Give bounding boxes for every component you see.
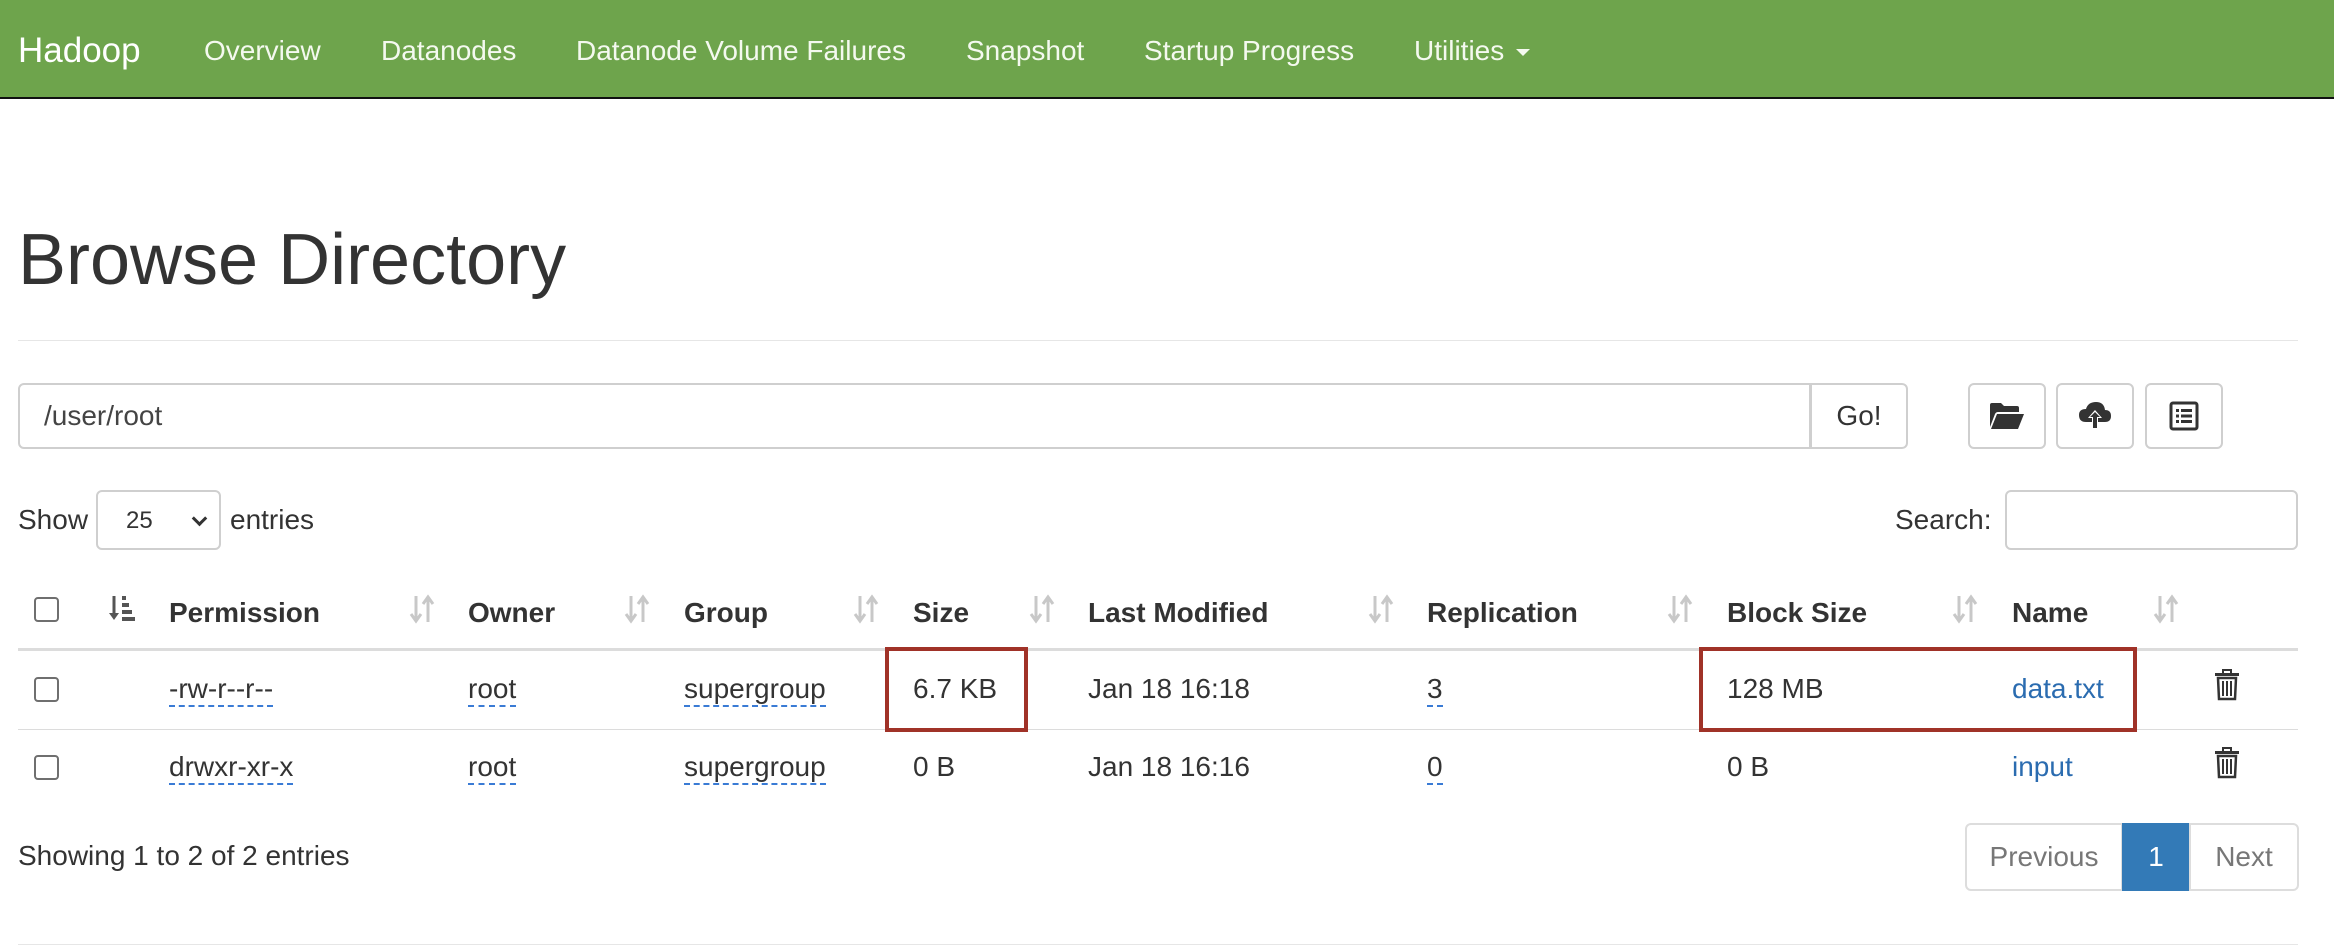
replication-cell[interactable]: 0 [1427, 751, 1443, 785]
nav-datanode-volume-failures[interactable]: Datanode Volume Failures [576, 34, 906, 68]
trash-icon[interactable] [2214, 747, 2240, 779]
permission-cell[interactable]: -rw-r--r-- [169, 673, 274, 707]
row-checkbox[interactable] [34, 755, 59, 780]
entries-label: entries [230, 504, 315, 535]
column-header-size[interactable]: Size [913, 596, 969, 630]
trash-icon[interactable] [2214, 669, 2240, 701]
row-divider [18, 729, 2298, 730]
column-header-group[interactable]: Group [684, 596, 768, 630]
show-label: Show [18, 504, 89, 535]
group-cell[interactable]: supergroup [684, 673, 826, 707]
owner-cell[interactable]: root [468, 751, 517, 785]
page-1-button[interactable]: 1 [2122, 823, 2190, 891]
column-header-block-size[interactable]: Block Size [1727, 596, 1867, 630]
column-header-owner[interactable]: Owner [468, 596, 555, 630]
upload-files-button[interactable] [2056, 383, 2134, 449]
sort-both-icon[interactable] [1951, 592, 1979, 626]
owner-cell[interactable]: root [468, 673, 517, 707]
last-modified-cell: Jan 18 16:16 [1088, 751, 1250, 782]
nav-startup-progress[interactable]: Startup Progress [1144, 34, 1354, 68]
caret-down-icon [1516, 49, 1531, 57]
sort-both-icon[interactable] [852, 592, 880, 626]
column-header-last-modified[interactable]: Last Modified [1088, 596, 1268, 630]
footer-divider [18, 944, 2298, 945]
header-divider [18, 340, 2298, 341]
permission-cell[interactable]: drwxr-xr-x [169, 751, 294, 785]
size-cell: 6.7 KB [913, 673, 998, 704]
select-all-checkbox[interactable] [34, 597, 59, 622]
replication-cell[interactable]: 3 [1427, 673, 1443, 707]
next-page-button[interactable]: Next [2189, 823, 2299, 891]
folder-open-icon [1990, 403, 2024, 429]
nav-datanodes[interactable]: Datanodes [381, 34, 516, 68]
table-info: Showing 1 to 2 of 2 entries [18, 840, 350, 871]
brand-logo[interactable]: Hadoop [18, 31, 141, 71]
nav-overview[interactable]: Overview [204, 34, 321, 68]
group-cell[interactable]: supergroup [684, 751, 826, 785]
sort-both-icon[interactable] [1367, 592, 1395, 626]
sort-both-icon[interactable] [1666, 592, 1694, 626]
block-size-cell: 128 MB [1727, 673, 1824, 704]
column-header-replication[interactable]: Replication [1427, 596, 1578, 630]
block-size-cell: 0 B [1727, 751, 1770, 782]
table-header-divider [18, 648, 2298, 651]
last-modified-cell: Jan 18 16:18 [1088, 673, 1250, 704]
top-navbar: Hadoop Overview Datanodes Datanode Volum… [0, 0, 2334, 99]
cloud-upload-icon [2079, 402, 2111, 429]
search-input[interactable] [2005, 490, 2298, 550]
page-title: Browse Directory [18, 220, 567, 300]
sort-both-icon[interactable] [623, 592, 651, 626]
directory-name-link[interactable]: input [2012, 750, 2073, 784]
row-checkbox[interactable] [34, 677, 59, 702]
entries-per-page-select[interactable]: 25 [96, 490, 221, 550]
column-header-permission[interactable]: Permission [169, 596, 320, 630]
sort-both-icon[interactable] [408, 592, 436, 626]
go-button[interactable]: Go! [1810, 383, 1908, 449]
chevron-down-icon [191, 510, 208, 527]
entries-per-page-value: 25 [126, 507, 153, 534]
nav-utilities-dropdown[interactable]: Utilities [1414, 34, 1531, 68]
sort-both-icon[interactable] [2152, 592, 2180, 626]
search-label: Search: [1895, 504, 1992, 535]
nav-snapshot[interactable]: Snapshot [966, 34, 1084, 68]
previous-page-button[interactable]: Previous [1965, 823, 2123, 891]
create-directory-button[interactable] [1968, 383, 2046, 449]
nav-utilities-label: Utilities [1414, 35, 1505, 66]
list-alt-icon [2169, 401, 2199, 431]
view-list-button[interactable] [2145, 383, 2223, 449]
sort-both-icon[interactable] [1028, 592, 1056, 626]
size-cell: 0 B [913, 751, 956, 782]
column-header-name[interactable]: Name [2012, 596, 2088, 630]
sort-ascending-icon[interactable] [108, 592, 138, 626]
directory-path-input[interactable] [18, 383, 1811, 449]
file-name-link[interactable]: data.txt [2012, 672, 2104, 706]
